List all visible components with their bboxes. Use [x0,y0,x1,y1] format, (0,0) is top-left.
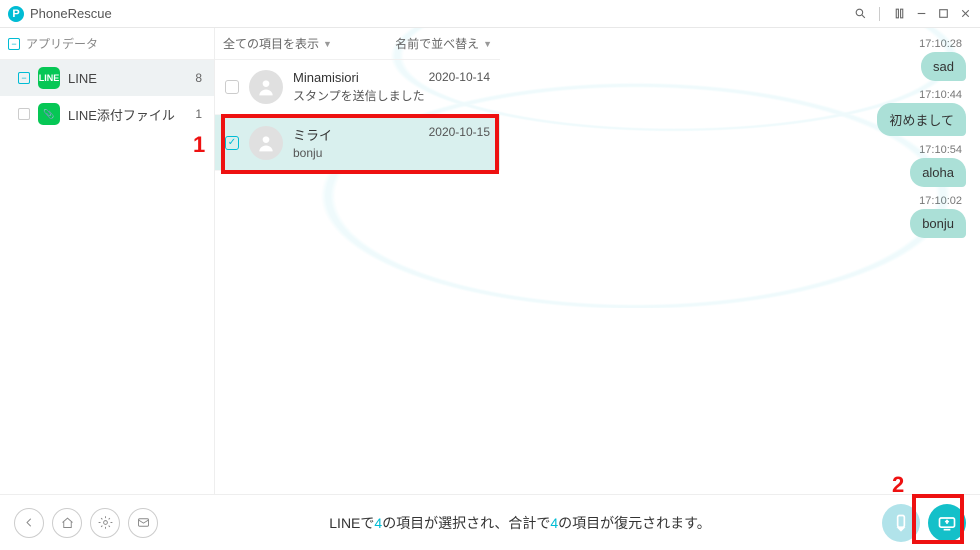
sidebar: − アプリデータ − LINE LINE 8 📎 LINE添付ファイル 1 [0,28,215,494]
maximize-icon[interactable] [936,7,950,21]
collapse-icon[interactable]: − [8,38,20,50]
close-icon[interactable] [958,7,972,21]
conversation-item[interactable]: Minamisiori 2020-10-14 スタンプを送信しました [215,60,500,115]
sort-label: 名前で並べ替え [395,35,479,52]
sidebar-item-count: 1 [195,107,202,121]
feedback-button[interactable] [128,508,158,538]
chevron-down-icon: ▼ [483,39,492,49]
minimize-icon[interactable] [914,7,928,21]
show-all-dropdown[interactable]: 全ての項目を表示 ▼ [215,35,340,52]
app-title: PhoneRescue [30,6,112,21]
message-time: 17:10:54 [919,144,962,156]
chevron-down-icon: ▼ [323,39,332,49]
list-controls: 全ての項目を表示 ▼ 名前で並べ替え ▼ [215,28,500,60]
checkbox[interactable] [225,80,239,94]
title-bar: P PhoneRescue [0,0,980,28]
conversation-name: ミライ [293,125,332,144]
message: 17:10:44 初めまして [877,89,966,136]
conversation-preview: bonju [293,146,490,160]
total-count: 4 [550,515,558,531]
conversation-list: 全ての項目を表示 ▼ 名前で並べ替え ▼ Minamisiori 2020-10… [215,28,500,494]
message-bubble: 初めまして [877,103,966,136]
menu-icon[interactable] [892,7,906,21]
sidebar-item-label: LINE添付ファイル [68,105,195,124]
message-bubble: bonju [910,209,966,238]
message-time: 17:10:02 [919,195,962,207]
recover-to-device-button[interactable] [882,504,920,542]
status-text: LINEで4の項目が選択され、合計で4の項目が復元されます。 [166,513,874,533]
avatar-icon [249,70,283,104]
search-icon[interactable] [853,7,867,21]
conversation-date: 2020-10-14 [429,70,490,85]
conversation-date: 2020-10-15 [429,125,490,144]
home-button[interactable] [52,508,82,538]
recover-to-computer-button[interactable] [928,504,966,542]
line-app-icon: LINE [38,67,60,89]
sidebar-item-label: LINE [68,71,195,86]
avatar-icon [249,126,283,160]
message-time: 17:10:28 [919,38,962,50]
chat-pane: 17:10:28 sad 17:10:44 初めまして 17:10:54 alo… [500,28,980,494]
sidebar-item-line-attachments[interactable]: 📎 LINE添付ファイル 1 [0,96,214,132]
sidebar-header-label: アプリデータ [26,35,98,52]
message-bubble: aloha [910,158,966,187]
message: 17:10:54 aloha [910,144,966,187]
message-time: 17:10:44 [919,89,962,101]
conversation-name: Minamisiori [293,70,359,85]
conversation-item-selected[interactable]: ミライ 2020-10-15 bonju [215,115,500,171]
window-controls [853,7,972,21]
line-attachment-icon: 📎 [38,103,60,125]
sidebar-item-count: 8 [195,71,202,85]
collapse-icon[interactable]: − [18,72,30,84]
checkbox-checked[interactable] [225,136,239,150]
conversation-preview: スタンプを送信しました [293,87,490,104]
message-bubble: sad [921,52,966,81]
sidebar-header[interactable]: − アプリデータ [0,28,214,60]
checkbox[interactable] [18,108,30,120]
settings-button[interactable] [90,508,120,538]
message: 17:10:02 bonju [910,195,966,238]
footer-bar: LINEで4の項目が選択され、合計で4の項目が復元されます。 [0,494,980,550]
sidebar-item-line[interactable]: − LINE LINE 8 [0,60,214,96]
back-button[interactable] [14,508,44,538]
app-logo-icon: P [8,6,24,22]
show-all-label: 全ての項目を表示 [223,35,319,52]
message: 17:10:28 sad [919,38,966,81]
sort-dropdown[interactable]: 名前で並べ替え ▼ [387,35,500,52]
